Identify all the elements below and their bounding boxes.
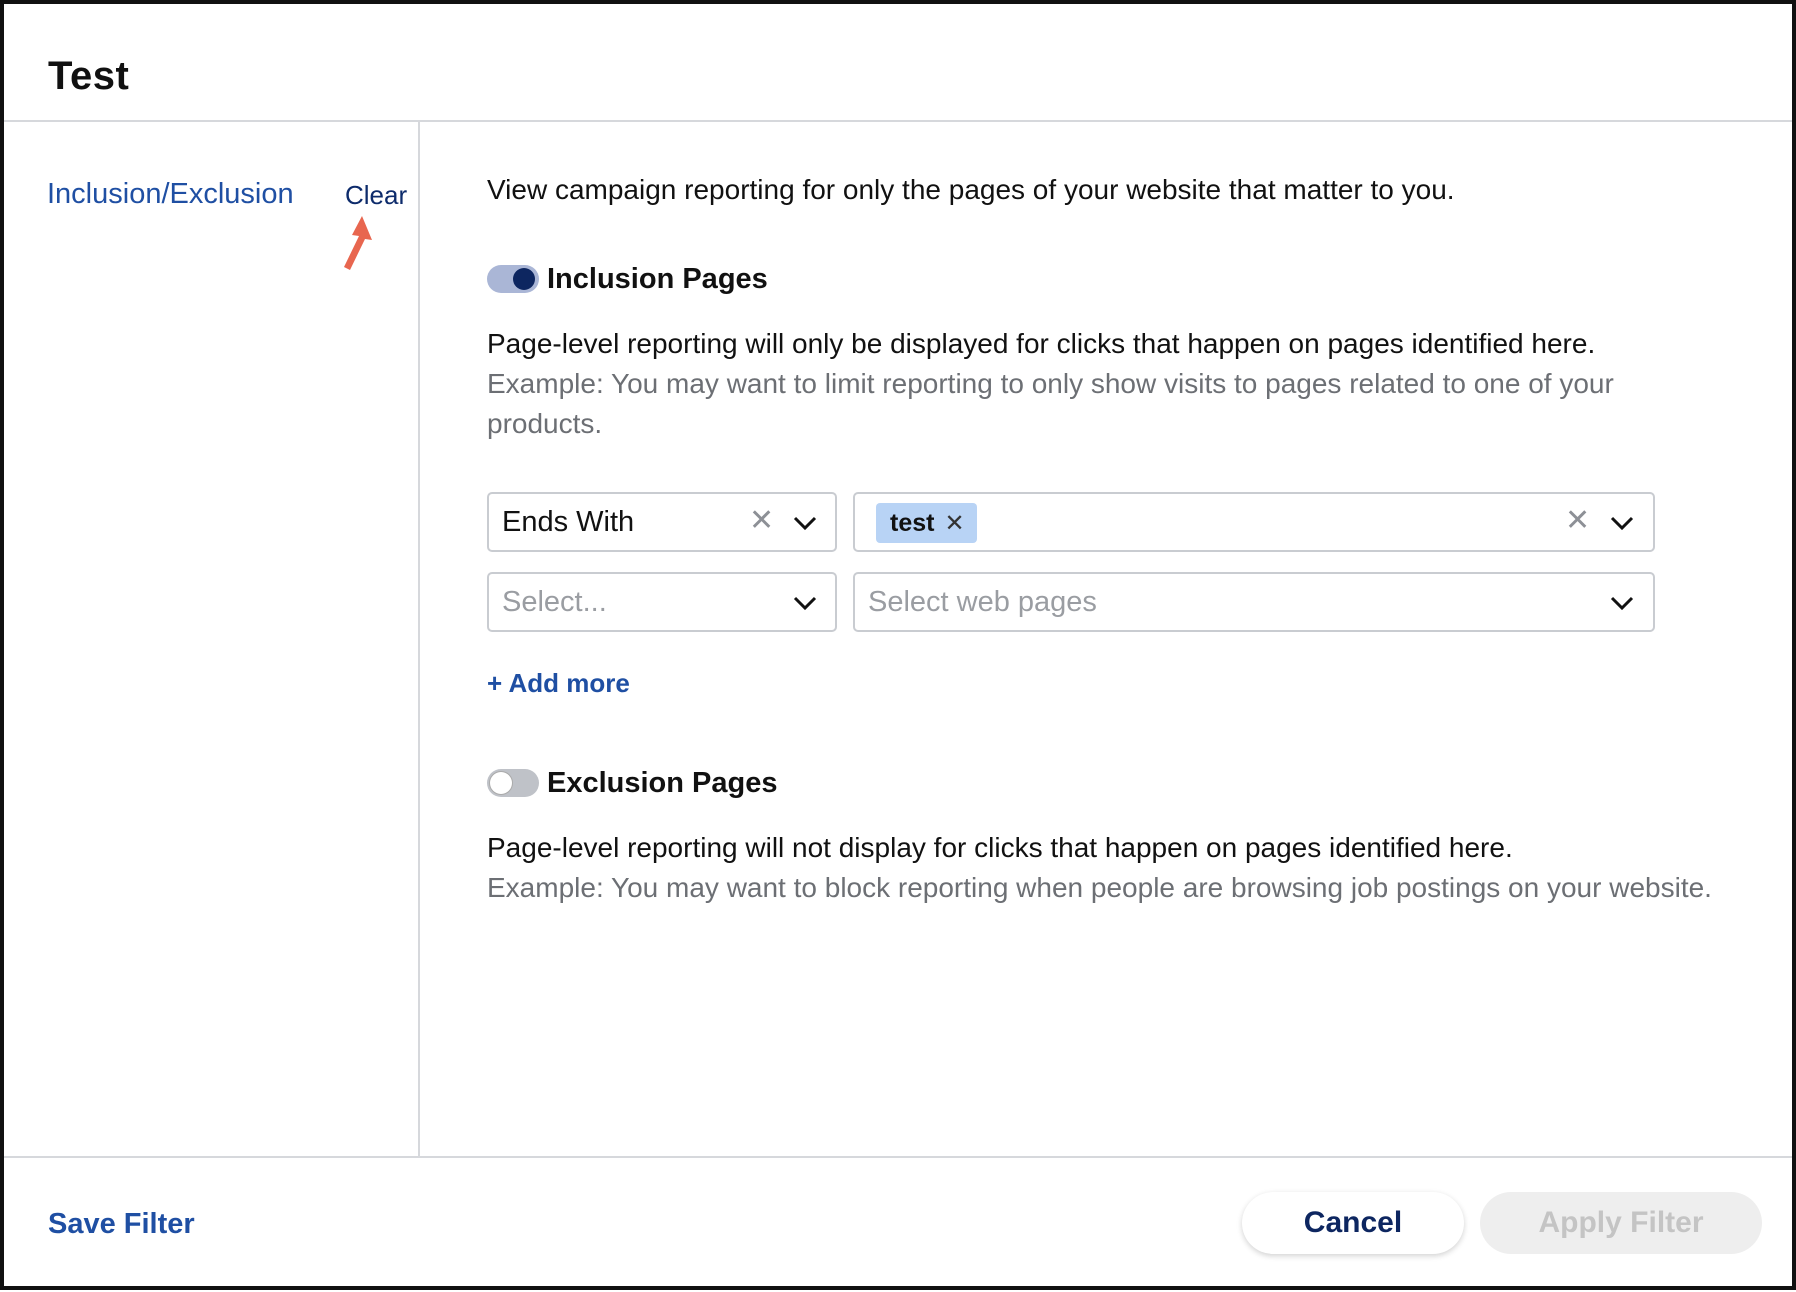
exclusion-description: Page-level reporting will not display fo… xyxy=(487,832,1513,863)
web-pages-select-1[interactable]: test ✕ ✕ xyxy=(853,492,1655,552)
exclusion-example: Example: You may want to block reporting… xyxy=(487,872,1712,903)
close-icon[interactable]: ✕ xyxy=(944,509,964,538)
dialog-footer: Save Filter Cancel Apply Filter xyxy=(4,1156,1792,1292)
operator-value: Ends With xyxy=(502,505,635,538)
sidebar-item-inclusion-exclusion[interactable]: Inclusion/Exclusion xyxy=(47,178,294,211)
apply-filter-button[interactable]: Apply Filter xyxy=(1480,1192,1762,1254)
chevron-down-icon[interactable] xyxy=(792,515,818,531)
operator-placeholder: Select... xyxy=(502,585,607,618)
dialog-title: Test xyxy=(48,54,130,98)
sidebar: Inclusion/Exclusion Clear xyxy=(4,122,420,1156)
exclusion-label: Exclusion Pages xyxy=(547,766,778,799)
inclusion-label: Inclusion Pages xyxy=(547,262,768,295)
toggle-knob xyxy=(490,772,512,794)
close-icon[interactable]: ✕ xyxy=(749,506,774,536)
save-filter-link[interactable]: Save Filter xyxy=(48,1208,195,1241)
web-pages-select-2[interactable]: Select web pages xyxy=(853,572,1655,632)
inclusion-toggle[interactable] xyxy=(487,265,539,293)
inclusion-header: Inclusion Pages xyxy=(487,262,768,296)
chevron-down-icon[interactable] xyxy=(1609,515,1635,531)
web-pages-placeholder: Select web pages xyxy=(868,585,1097,618)
exclusion-toggle[interactable] xyxy=(487,769,539,797)
inclusion-example: Example: You may want to limit reporting… xyxy=(487,368,1614,439)
chevron-down-icon[interactable] xyxy=(1609,595,1635,611)
close-icon[interactable]: ✕ xyxy=(1565,506,1590,536)
clear-button[interactable]: Clear xyxy=(345,180,407,211)
chip-label: test xyxy=(890,508,935,537)
operator-select-1[interactable]: Ends With ✕ xyxy=(487,492,837,552)
cancel-button[interactable]: Cancel xyxy=(1242,1192,1464,1254)
exclusion-header: Exclusion Pages xyxy=(487,766,778,800)
filter-dialog: Test Inclusion/Exclusion Clear View camp… xyxy=(0,0,1796,1290)
operator-select-2[interactable]: Select... xyxy=(487,572,837,632)
toggle-knob xyxy=(513,268,535,290)
selected-chip: test ✕ xyxy=(876,503,977,543)
inclusion-description: Page-level reporting will only be displa… xyxy=(487,328,1596,359)
add-more-link[interactable]: + Add more xyxy=(487,668,630,699)
intro-text: View campaign reporting for only the pag… xyxy=(487,174,1455,205)
chevron-down-icon[interactable] xyxy=(792,595,818,611)
red-arrow-annotation xyxy=(344,216,372,270)
dialog-header: Test xyxy=(4,4,1792,122)
